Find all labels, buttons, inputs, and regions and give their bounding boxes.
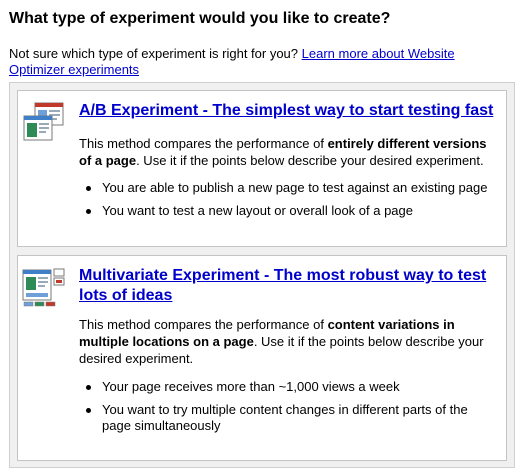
ab-experiment-card: A/B Experiment - The simplest way to sta… bbox=[17, 90, 507, 247]
mv-desc-pre: This method compares the performance of bbox=[79, 317, 328, 332]
intro-text: Not sure which type of experiment is rig… bbox=[9, 46, 469, 78]
list-item: You are able to publish a new page to te… bbox=[79, 180, 499, 196]
experiment-type-page: What type of experiment would you like t… bbox=[0, 0, 524, 475]
ab-experiment-link[interactable]: A/B Experiment - The simplest way to sta… bbox=[79, 101, 499, 121]
multivariate-experiment-card: Multivariate Experiment - The most robus… bbox=[17, 255, 507, 461]
ab-test-icon bbox=[21, 102, 67, 142]
ab-desc-post: . Use it if the points below describe yo… bbox=[136, 153, 484, 168]
multivariate-experiment-criteria: Your page receives more than ~1,000 view… bbox=[79, 379, 499, 441]
page-title: What type of experiment would you like t… bbox=[9, 10, 391, 27]
intro-question: Not sure which type of experiment is rig… bbox=[9, 46, 299, 61]
experiment-options-panel: A/B Experiment - The simplest way to sta… bbox=[9, 82, 515, 468]
ab-experiment-criteria: You are able to publish a new page to te… bbox=[79, 180, 499, 226]
list-item: You want to test a new layout or overall… bbox=[79, 203, 499, 219]
multivariate-test-icon bbox=[21, 267, 67, 307]
list-item: You want to try multiple content changes… bbox=[79, 402, 499, 434]
ab-experiment-description: This method compares the performance of … bbox=[79, 135, 499, 169]
ab-desc-pre: This method compares the performance of bbox=[79, 136, 328, 151]
multivariate-experiment-description: This method compares the performance of … bbox=[79, 316, 499, 367]
multivariate-experiment-link[interactable]: Multivariate Experiment - The most robus… bbox=[79, 266, 499, 306]
list-item: Your page receives more than ~1,000 view… bbox=[79, 379, 499, 395]
